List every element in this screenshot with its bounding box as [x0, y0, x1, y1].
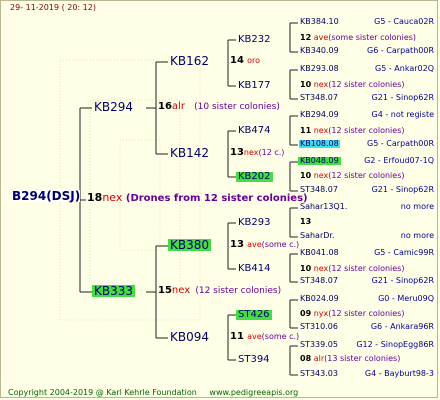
gen3-node-2[interactable]: KB380 — [168, 239, 212, 251]
gen4-num-1: 10 — [300, 80, 312, 89]
gen3-tag-0: oro — [247, 56, 261, 65]
root-note: (Drones from 12 sister colonies) — [125, 193, 308, 204]
gen5-origin-9: no more — [400, 231, 434, 240]
gen4-node-1[interactable]: KB177 — [238, 81, 271, 91]
copyright-text: Copyright 2004-2019 @ Karl Kehrle Founda… — [8, 388, 197, 397]
root-tag: nex — [102, 191, 123, 204]
gen4-num-2: 11 — [300, 126, 312, 135]
gen5-origin-12: G0 - Meru09Q — [378, 294, 434, 303]
gen4-note-5: (12 sister colonies) — [328, 264, 405, 273]
gen4-note-2: (12 sister colonies) — [328, 126, 405, 135]
gen2-node-0[interactable]: KB294 — [94, 101, 133, 113]
gen2-info-1: 15nex (12 sister colonies) — [158, 286, 281, 296]
root-info: 18nex (Drones from 12 sister colonies) — [87, 192, 308, 204]
gen5-origin-5: G5 - Carpath00R — [367, 139, 434, 148]
gen4-info-5: 10 nex(12 sister colonies) — [300, 265, 405, 273]
gen4-num-4: 13 — [300, 217, 312, 226]
gen3-info-3: 11 ave(some c.) — [230, 332, 299, 342]
gen2-note-1: (12 sister colonies) — [195, 286, 282, 296]
gen4-num-5: 10 — [300, 264, 312, 273]
gen4-info-2: 11 nex(12 sister colonies) — [300, 127, 405, 135]
gen3-info-2: 13 ave(some c.) — [230, 240, 299, 250]
gen4-tag-0: ave — [313, 33, 329, 42]
gen4-info-4: 13 — [300, 218, 311, 226]
gen4-num-0: 12 — [300, 33, 312, 42]
gen4-tag-3: nex — [313, 171, 329, 180]
gen4-node-5[interactable]: KB414 — [238, 264, 271, 274]
gen2-num-0: 16 — [158, 101, 172, 112]
gen5-origin-4: G4 - not registe — [371, 110, 434, 119]
gen4-note-3: (12 sister colonies) — [328, 171, 405, 180]
gen2-tag-0: alr — [171, 101, 185, 112]
gen3-note-3: (some c.) — [261, 332, 300, 341]
gen4-info-1: 10 nex(12 sister colonies) — [300, 81, 405, 89]
gen3-num-1: 13 — [230, 147, 244, 158]
gen4-note-7: (13 sister colonies) — [324, 354, 401, 363]
footer: Copyright 2004-2019 @ Karl Kehrle Founda… — [8, 388, 298, 397]
gen5-origin-13: G6 - Ankara96R — [370, 322, 434, 331]
gen2-tag-1: nex — [171, 285, 191, 296]
gen4-info-6: 09 nyx(12 sister colonies) — [300, 310, 404, 318]
gen5-origin-2: G5 - Ankar02Q — [375, 64, 434, 73]
gen4-node-0[interactable]: KB232 — [238, 35, 271, 45]
root-queen[interactable]: B294(DSJ) — [12, 190, 81, 202]
gen4-note-0: (some sister colonies) — [328, 33, 417, 42]
gen5-origin-6: G2 - Erfoud07-1Q — [364, 156, 434, 165]
gen5-origin-11: G21 - Sinop62R — [371, 276, 434, 285]
gen4-tag-6: nyx — [313, 309, 329, 318]
gen2-num-1: 15 — [158, 285, 172, 296]
gen5-origin-0: G5 - Cauca02R — [374, 17, 434, 26]
gen4-tag-2: nex — [313, 126, 329, 135]
gen4-tag-5: nex — [313, 264, 329, 273]
gen5-origin-8: no more — [400, 202, 434, 211]
gen4-tag-7: alr — [313, 354, 325, 363]
gen4-note-6: (12 sister colonies) — [328, 309, 405, 318]
gen5-origin-1: G6 - Carpath00R — [367, 46, 434, 55]
gen4-info-3: 10 nex(12 sister colonies) — [300, 172, 405, 180]
gen3-info-0: 14 oro — [230, 56, 260, 66]
gen2-node-1[interactable]: KB333 — [92, 285, 136, 297]
gen4-node-4[interactable]: KB293 — [238, 218, 271, 228]
gen4-node-3[interactable]: KB202 — [236, 172, 273, 182]
gen3-note-1: (12 c.) — [258, 148, 285, 157]
gen5-origin-15: G4 - Bayburt98-3 — [364, 369, 434, 378]
gen3-note-2: (some c.) — [261, 240, 300, 249]
gen4-node-7[interactable]: ST394 — [238, 355, 270, 365]
gen5-origin-14: G12 - SinopEgg86R — [356, 340, 434, 349]
gen3-tag-2: ave — [247, 240, 262, 249]
gen4-tag-1: nex — [313, 80, 329, 89]
gen3-num-3: 11 — [230, 331, 244, 342]
gen4-num-3: 10 — [300, 171, 312, 180]
gen4-num-6: 09 — [300, 309, 312, 318]
gen3-node-3[interactable]: KB094 — [170, 331, 209, 343]
gen3-num-2: 13 — [230, 239, 244, 250]
gen2-note-0: (10 sister colonies) — [194, 102, 280, 112]
gen4-info-7: 08 alr(13 sister colonies) — [300, 355, 400, 363]
gen3-node-0[interactable]: KB162 — [170, 55, 209, 67]
gen4-note-1: (12 sister colonies) — [328, 80, 405, 89]
date-stamp: 29- 11-2019 ( 20: 12) — [10, 3, 96, 12]
gen5-origin-3: G21 - Sinop62R — [371, 93, 434, 102]
root-num: 18 — [87, 191, 103, 204]
gen3-tag-3: ave — [247, 332, 262, 341]
gen3-tag-1: nex — [243, 148, 259, 157]
gen3-node-1[interactable]: KB142 — [170, 147, 209, 159]
gen2-info-0: 16alr (10 sister colonies) — [158, 102, 280, 112]
gen4-node-2[interactable]: KB474 — [238, 126, 271, 136]
gen4-num-7: 08 — [300, 354, 312, 363]
gen5-origin-7: G21 - Sinop62R — [371, 185, 434, 194]
gen4-info-0: 12 ave(some sister colonies) — [300, 34, 416, 42]
gen5-origin-10: G5 - Camic99R — [374, 248, 434, 257]
site-link[interactable]: www.pedigreeapis.org — [209, 388, 298, 397]
gen3-num-0: 14 — [230, 55, 244, 66]
gen4-node-6[interactable]: ST426 — [236, 310, 272, 320]
gen3-info-1: 13nex(12 c.) — [230, 148, 284, 158]
